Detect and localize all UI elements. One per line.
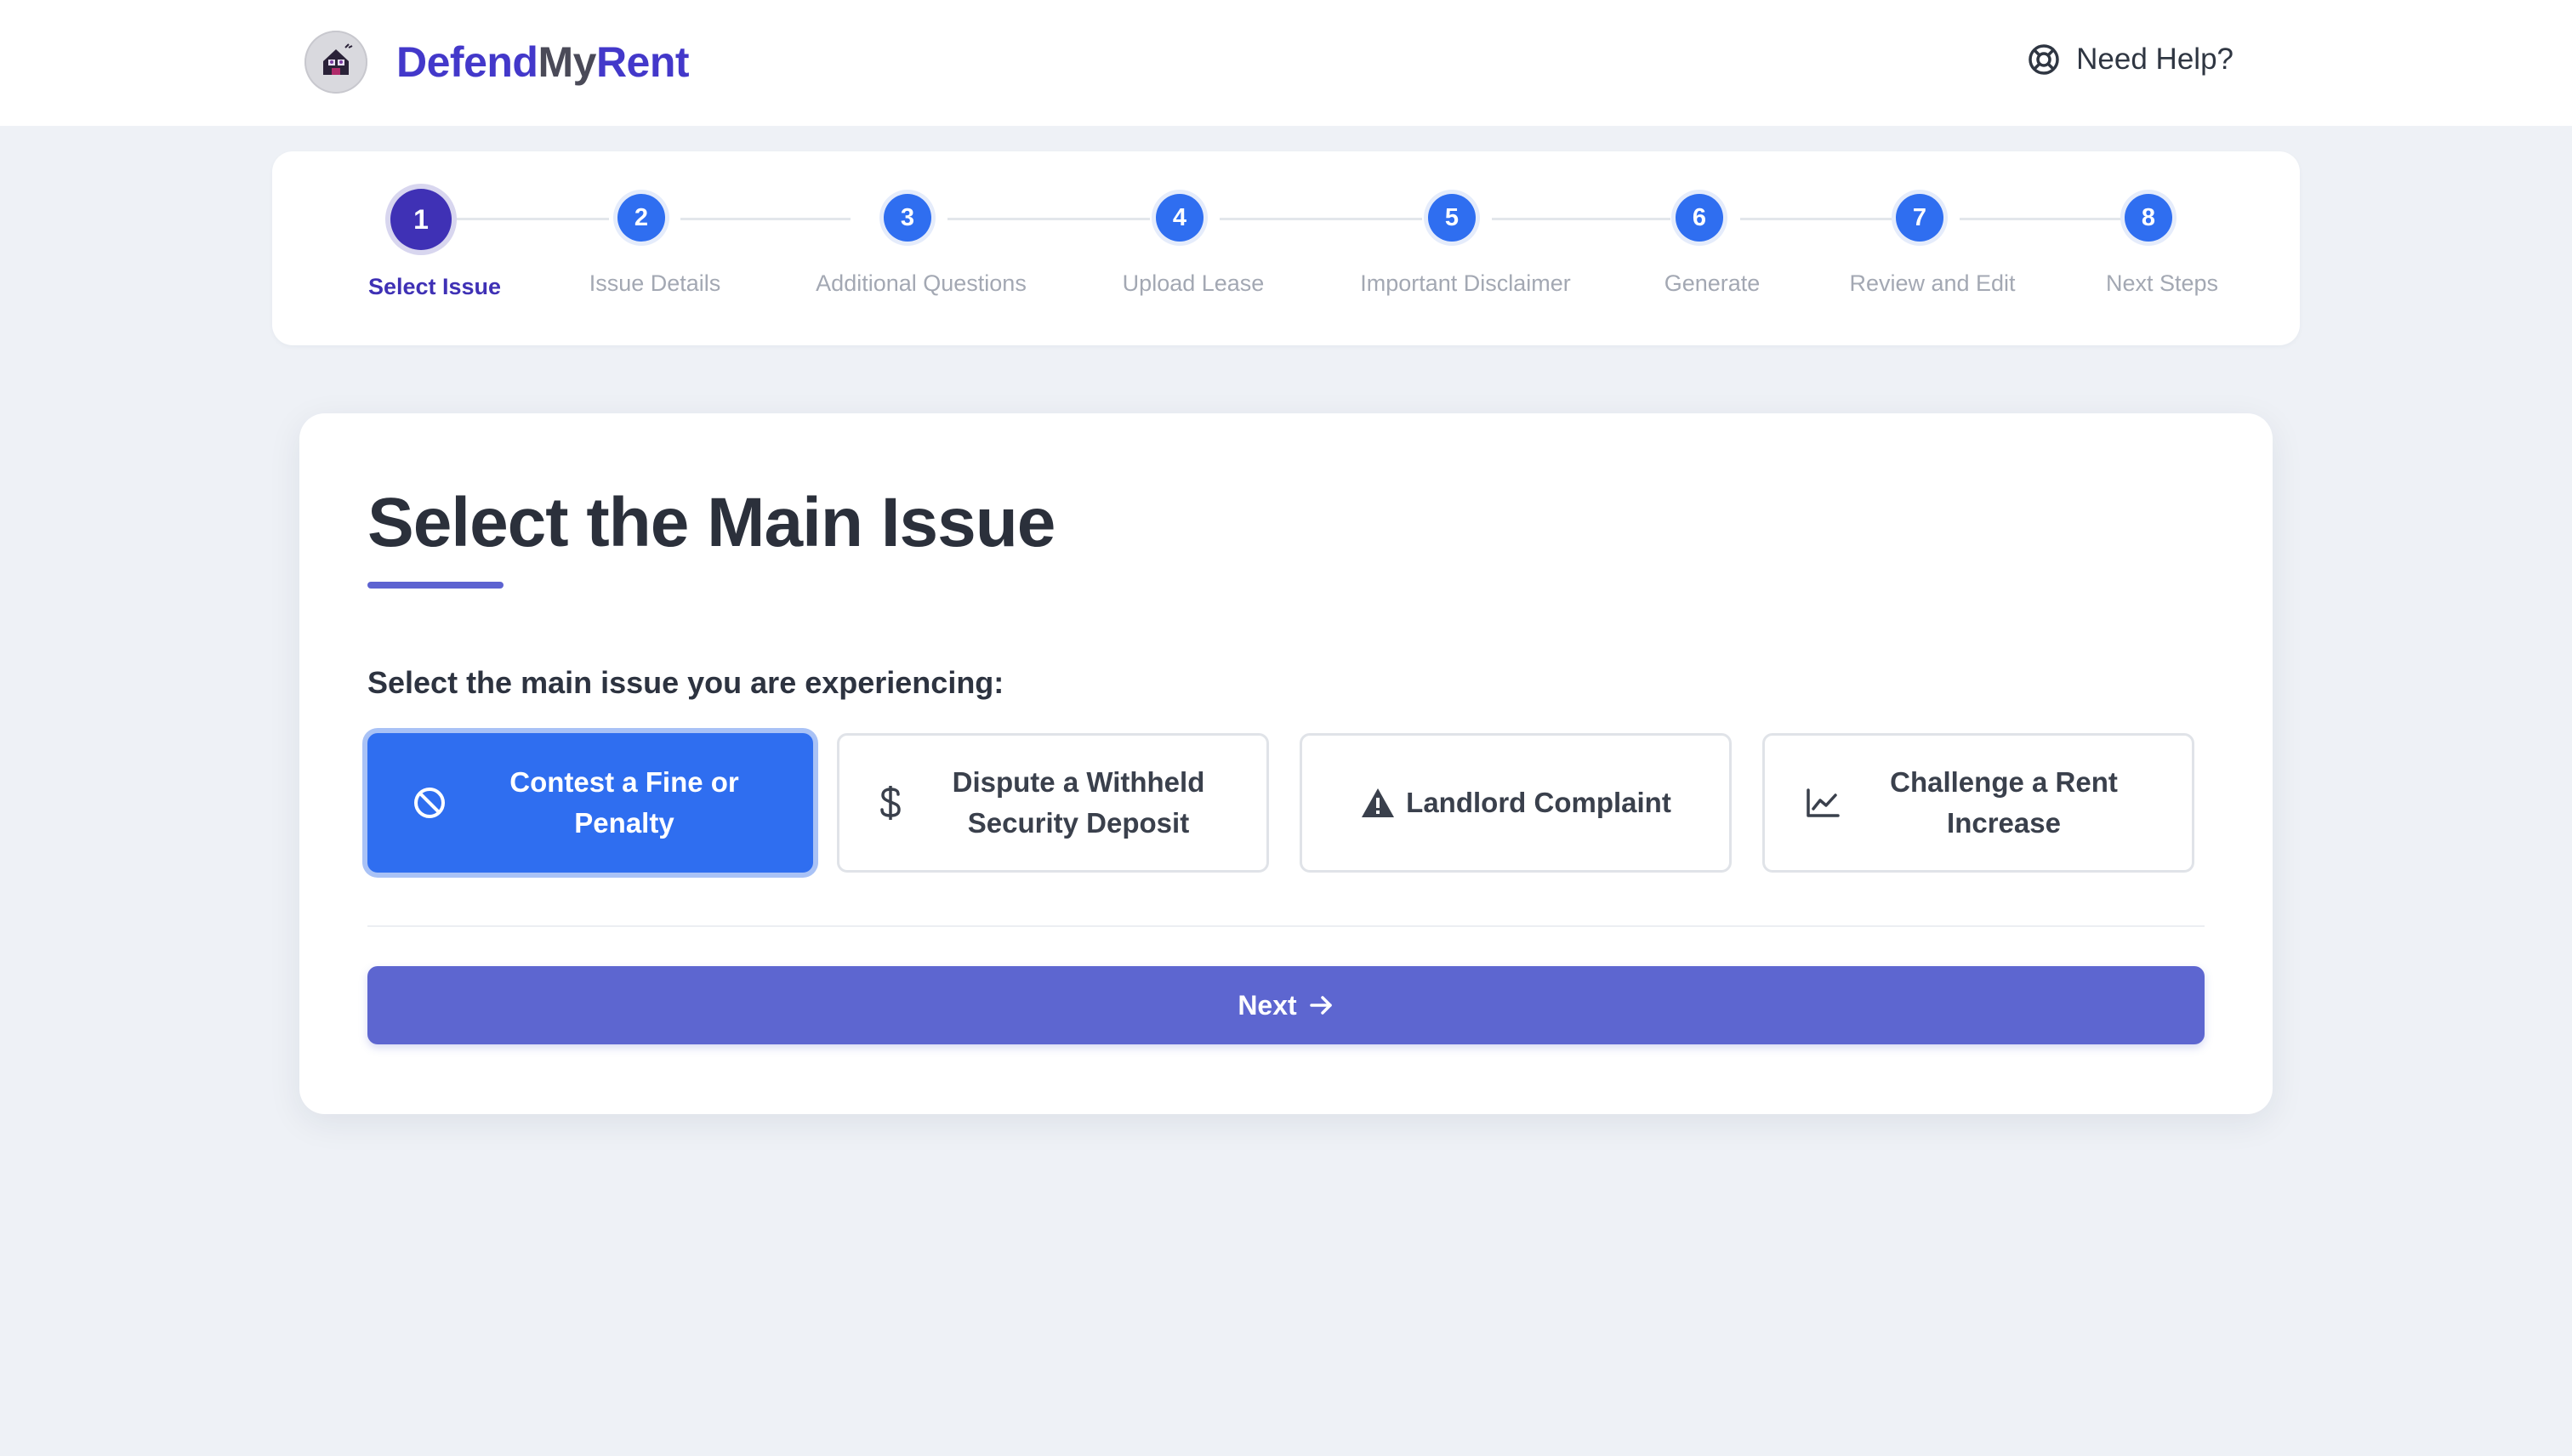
option-label-line2: Increase [1947,807,2061,839]
step-connector [1740,218,1893,220]
need-help-label: Need Help? [2076,43,2233,76]
brand-name: DefendMyRent [396,37,690,87]
brand-logo-link[interactable]: DefendMyRent [304,31,690,94]
option-label: Dispute a Withheld Security Deposit [925,762,1232,844]
need-help-link[interactable]: Need Help? [2027,43,2233,77]
step-number: 2 [617,194,665,242]
step-number: 3 [884,194,931,242]
step-label: Issue Details [589,270,721,296]
step-connector [680,218,851,220]
step-number: 7 [1896,194,1943,242]
step-number: 8 [2125,194,2172,242]
step-label: Next Steps [2105,270,2219,296]
brand-name-part1: Defend [396,38,538,86]
top-header: DefendMyRent Need Help? [0,0,2572,126]
title-underline [367,582,504,589]
warning-icon [1360,787,1396,819]
chart-line-icon [1806,788,1840,818]
option-label: Landlord Complaint [1406,787,1671,818]
option-label: Contest a Fine or Penalty [473,762,776,844]
step-number: 4 [1156,194,1203,242]
option-challenge-rent-increase[interactable]: Challenge a Rent Increase [1762,733,2194,873]
option-label-line2: Security Deposit [967,807,1190,839]
step-connector [947,218,1150,220]
step-label: Review and Edit [1849,270,2016,296]
step-label: Upload Lease [1122,270,1265,296]
option-contest-fine[interactable]: Contest a Fine or Penalty [367,733,813,873]
option-label-line1: Challenge a Rent [1890,766,2118,798]
step-connector [1220,218,1422,220]
step-connector [1492,218,1670,220]
house-mascot-logo-icon [304,31,367,94]
step-number: 1 [390,189,452,250]
page-title: Select the Main Issue [367,484,1056,561]
issue-prompt: Select the main issue you are experienci… [367,665,1004,700]
arrow-right-icon [1309,996,1332,1015]
step-connector [1960,218,2121,220]
issue-selection-card: Select the Main Issue Select the main is… [299,413,2273,1114]
step-label: Important Disclaimer [1360,270,1571,296]
step-label: Generate [1664,270,1761,296]
step-number: 5 [1428,194,1476,242]
lifebuoy-icon [2029,44,2059,75]
option-label-line1: Contest a Fine or [509,766,739,798]
next-button-label: Next [1238,989,1297,1021]
option-label-line1: Dispute a Withheld [952,766,1205,798]
ban-icon [412,785,447,821]
step-label: Additional Questions [816,270,1027,296]
step-connector [456,218,609,220]
option-label: Challenge a Rent Increase [1850,762,2158,844]
brand-name-part2: My [538,38,596,86]
dollar-icon [877,783,904,822]
option-landlord-complaint[interactable]: Landlord Complaint [1300,733,1732,873]
step-number: 6 [1676,194,1723,242]
option-dispute-deposit[interactable]: Dispute a Withheld Security Deposit [837,733,1269,873]
next-button[interactable]: Next [367,966,2205,1044]
brand-name-part3: Rent [595,38,690,86]
progress-stepper: 1 Select Issue 2 Issue Details 3 Additio… [272,151,2300,345]
step-label: Select Issue [367,274,502,299]
option-label-line2: Penalty [574,807,674,839]
section-divider [367,925,2205,927]
